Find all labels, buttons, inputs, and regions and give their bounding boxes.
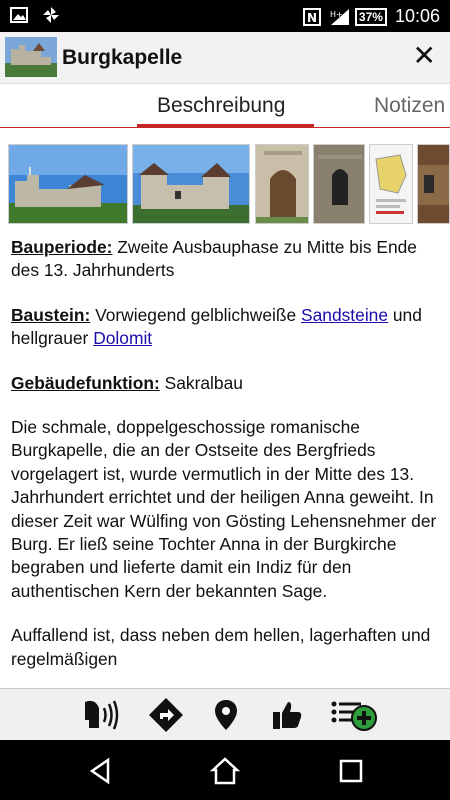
add-to-list-icon[interactable] [330, 695, 378, 735]
nfc-icon: N [302, 7, 321, 26]
bauperiode-paragraph: Bauperiode: Zweite Ausbauphase zu Mitte … [11, 236, 441, 283]
castle-photo-3[interactable] [417, 144, 450, 224]
back-icon[interactable] [86, 756, 116, 786]
castle-thumbnail [5, 37, 57, 77]
page-title: Burgkapelle [62, 46, 183, 69]
gebaeudefunktion-label: Gebäudefunktion: [11, 372, 160, 393]
gebaeudefunktion-value: Sakralbau [159, 372, 243, 393]
speak-icon[interactable] [80, 695, 120, 735]
baustein-text-1: Vorwiegend gelblichweiße [90, 304, 301, 325]
castle-photo-2[interactable] [132, 144, 250, 224]
clock: 10:06 [394, 6, 440, 26]
tab-beschreibung[interactable]: Beschreibung [157, 94, 285, 118]
bauperiode-label: Bauperiode: [11, 237, 113, 257]
sandsteine-link[interactable]: Sandsteine [301, 305, 388, 325]
image-gallery [0, 144, 450, 226]
svg-text:N: N [307, 11, 317, 25]
directions-icon[interactable] [146, 695, 186, 735]
bottom-toolbar [0, 688, 450, 740]
svg-text:H+: H+ [330, 10, 343, 19]
thumbs-up-icon[interactable] [267, 695, 307, 735]
baustein-label: Baustein: [11, 304, 91, 325]
image-icon [10, 6, 28, 24]
status-bar: N H+ 37% 10:06 [0, 0, 450, 32]
tab-notizen[interactable]: Notizen [374, 94, 445, 118]
active-tab-indicator [137, 124, 314, 128]
pinwheel-icon [42, 6, 60, 24]
gebaeudefunktion-paragraph: Gebäudefunktion: Sakralbau [11, 372, 441, 395]
title-bar: Burgkapelle ✕ [0, 32, 450, 84]
signal-icon: H+ [329, 8, 349, 26]
castle-photo-1[interactable] [8, 144, 128, 224]
battery-indicator: 37% [354, 7, 387, 26]
description-paragraph-1: Die schmale, doppelgeschossige romanisch… [11, 417, 437, 601]
description-content: Bauperiode: Zweite Ausbauphase zu Mitte … [11, 236, 441, 688]
description-paragraph-2: Auffallend ist, dass neben dem hellen, l… [11, 625, 431, 669]
tab-bar: Beschreibung Notizen [0, 84, 450, 128]
location-pin-icon[interactable] [206, 695, 246, 735]
floorplan-photo[interactable] [369, 144, 413, 224]
baustein-paragraph: Baustein: Vorwiegend gelblichweiße Sands… [11, 304, 441, 351]
close-button[interactable]: ✕ [413, 42, 436, 70]
chapel-door-photo[interactable] [255, 144, 309, 224]
chapel-window-photo[interactable] [313, 144, 365, 224]
navigation-bar [0, 740, 450, 800]
recents-icon[interactable] [336, 756, 366, 786]
home-icon[interactable] [209, 756, 241, 786]
dolomit-link[interactable]: Dolomit [93, 328, 152, 348]
